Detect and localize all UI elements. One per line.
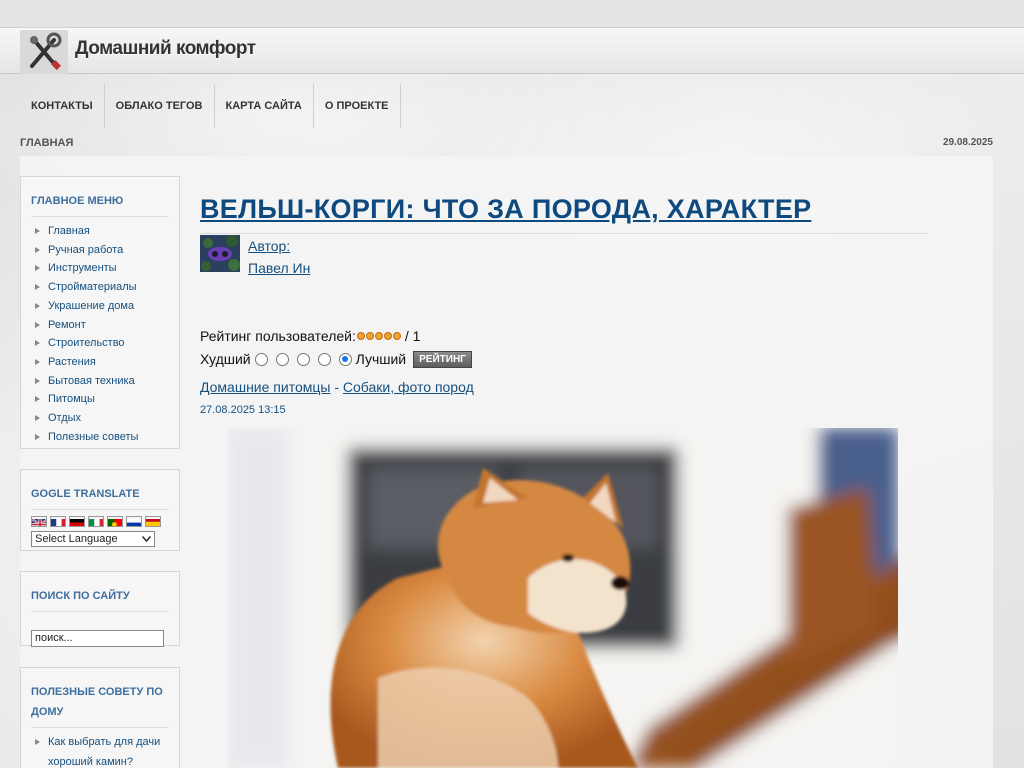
flag-portuguese-icon[interactable] [107, 516, 123, 527]
language-select[interactable]: Select Language [31, 531, 155, 547]
language-flags [31, 516, 169, 527]
search-box: ПОИСК ПО САЙТУ поиск... [20, 571, 180, 647]
nav-about[interactable]: О ПРОЕКТЕ [314, 84, 401, 128]
flag-german-icon[interactable] [69, 516, 85, 527]
rating-star-icon [392, 332, 401, 340]
menu-item-plants[interactable]: Растения [31, 353, 169, 372]
category-link[interactable]: Домашние питомцы [200, 379, 330, 395]
menu-item-home[interactable]: Главная [31, 222, 169, 241]
language-select-value: Select Language [35, 533, 118, 545]
nav-tag-cloud[interactable]: ОБЛАКО ТЕГОВ [105, 84, 215, 128]
vote-radio-5[interactable] [338, 352, 352, 366]
rating-star-icon [383, 332, 392, 340]
menu-item-materials[interactable]: Стройматериалы [31, 278, 169, 297]
flag-french-icon[interactable] [50, 516, 66, 527]
author-avatar[interactable] [200, 235, 240, 272]
menu-item-tips[interactable]: Полезные советы [31, 428, 169, 447]
menu-item-tools[interactable]: Инструменты [31, 259, 169, 278]
menu-item-rest[interactable]: Отдых [31, 409, 169, 428]
useful-tips-box: ПОЛЕЗНЫЕ СОВЕТУ ПО ДОМУ Как выбрать для … [20, 667, 180, 768]
author-block: Автор: Павел Ин [200, 235, 927, 315]
menu-item-appliances[interactable]: Бытовая техника [31, 372, 169, 391]
article-date: 27.08.2025 13:15 [200, 404, 286, 416]
flag-italian-icon[interactable] [88, 516, 104, 527]
menu-item-building[interactable]: Строительство [31, 334, 169, 353]
rating-label: Рейтинг пользователей: [200, 328, 356, 344]
flag-spanish-icon[interactable] [145, 516, 161, 527]
rate-button[interactable]: РЕЙТИНГ [413, 350, 472, 368]
flag-english-icon[interactable] [31, 516, 47, 527]
rating-star-icon [374, 332, 383, 340]
chevron-down-icon [141, 533, 152, 545]
translate-box: GOGLE TRANSLATE Select Language [20, 469, 180, 551]
flag-russian-icon[interactable] [126, 516, 142, 527]
vote-radio-2[interactable] [275, 352, 289, 366]
rating-stars [356, 332, 401, 340]
rating-star-icon [365, 332, 374, 340]
site-header: Домашний комфорт [0, 28, 1024, 74]
rating-count: / 1 [404, 328, 421, 344]
article-photo [228, 428, 898, 768]
article-title[interactable]: ВЕЛЬШ-КОРГИ: ЧТО ЗА ПОРОДА, ХАРАКТЕР [200, 194, 927, 234]
vote-radio-1[interactable] [254, 352, 268, 366]
vote-radio-4[interactable] [317, 352, 331, 366]
author-name[interactable]: Павел Ин [248, 260, 310, 276]
vote-radio-3[interactable] [296, 352, 310, 366]
useful-tips-title: ПОЛЕЗНЫЕ СОВЕТУ ПО ДОМУ [31, 676, 169, 728]
subcategory-link[interactable]: Собаки, фото пород [343, 379, 474, 395]
article-content: ВЕЛЬШ-КОРГИ: ЧТО ЗА ПОРОДА, ХАРАКТЕР Авт… [200, 176, 927, 416]
menu-item-handmade[interactable]: Ручная работа [31, 241, 169, 260]
main-menu-box: ГЛАВНОЕ МЕНЮ Главная Ручная работа Инстр… [20, 176, 180, 449]
useful-tips-list: Как выбрать для дачи хороший камин? [31, 728, 169, 768]
top-strip [0, 0, 1024, 28]
article-categories: Домашние питомцы - Собаки, фото пород [200, 379, 927, 395]
search-input[interactable]: поиск... [31, 630, 164, 647]
top-navigation: КОНТАКТЫ ОБЛАКО ТЕГОВ КАРТА САЙТА О ПРОЕ… [20, 84, 401, 128]
menu-item-repair[interactable]: Ремонт [31, 316, 169, 335]
menu-item-pets[interactable]: Питомцы [31, 390, 169, 409]
main-menu-title: ГЛАВНОЕ МЕНЮ [31, 185, 169, 217]
current-date: 29.08.2025 [942, 137, 993, 148]
category-separator: - [334, 379, 340, 395]
nav-sitemap[interactable]: КАРТА САЙТА [215, 84, 314, 128]
author-label[interactable]: Автор: [248, 238, 290, 254]
user-rating: Рейтинг пользователей: / 1 [200, 326, 927, 346]
breadcrumb[interactable]: ГЛАВНАЯ [20, 137, 73, 149]
translate-title: GOGLE TRANSLATE [31, 478, 169, 510]
useful-tip-item[interactable]: Как выбрать для дачи хороший камин? [31, 733, 169, 768]
vote-form: Худший Лучший РЕЙТИНГ [200, 349, 927, 369]
site-title[interactable]: Домашний комфорт [75, 38, 256, 60]
nav-contacts[interactable]: КОНТАКТЫ [20, 84, 105, 128]
vote-worst-label: Худший [200, 351, 251, 367]
rating-star-icon [356, 332, 365, 340]
main-menu-list: Главная Ручная работа Инструменты Стройм… [31, 217, 169, 446]
vote-best-label: Лучший [355, 351, 407, 367]
tools-logo-icon[interactable] [20, 30, 68, 74]
menu-item-decor[interactable]: Украшение дома [31, 297, 169, 316]
search-title: ПОИСК ПО САЙТУ [31, 580, 169, 612]
